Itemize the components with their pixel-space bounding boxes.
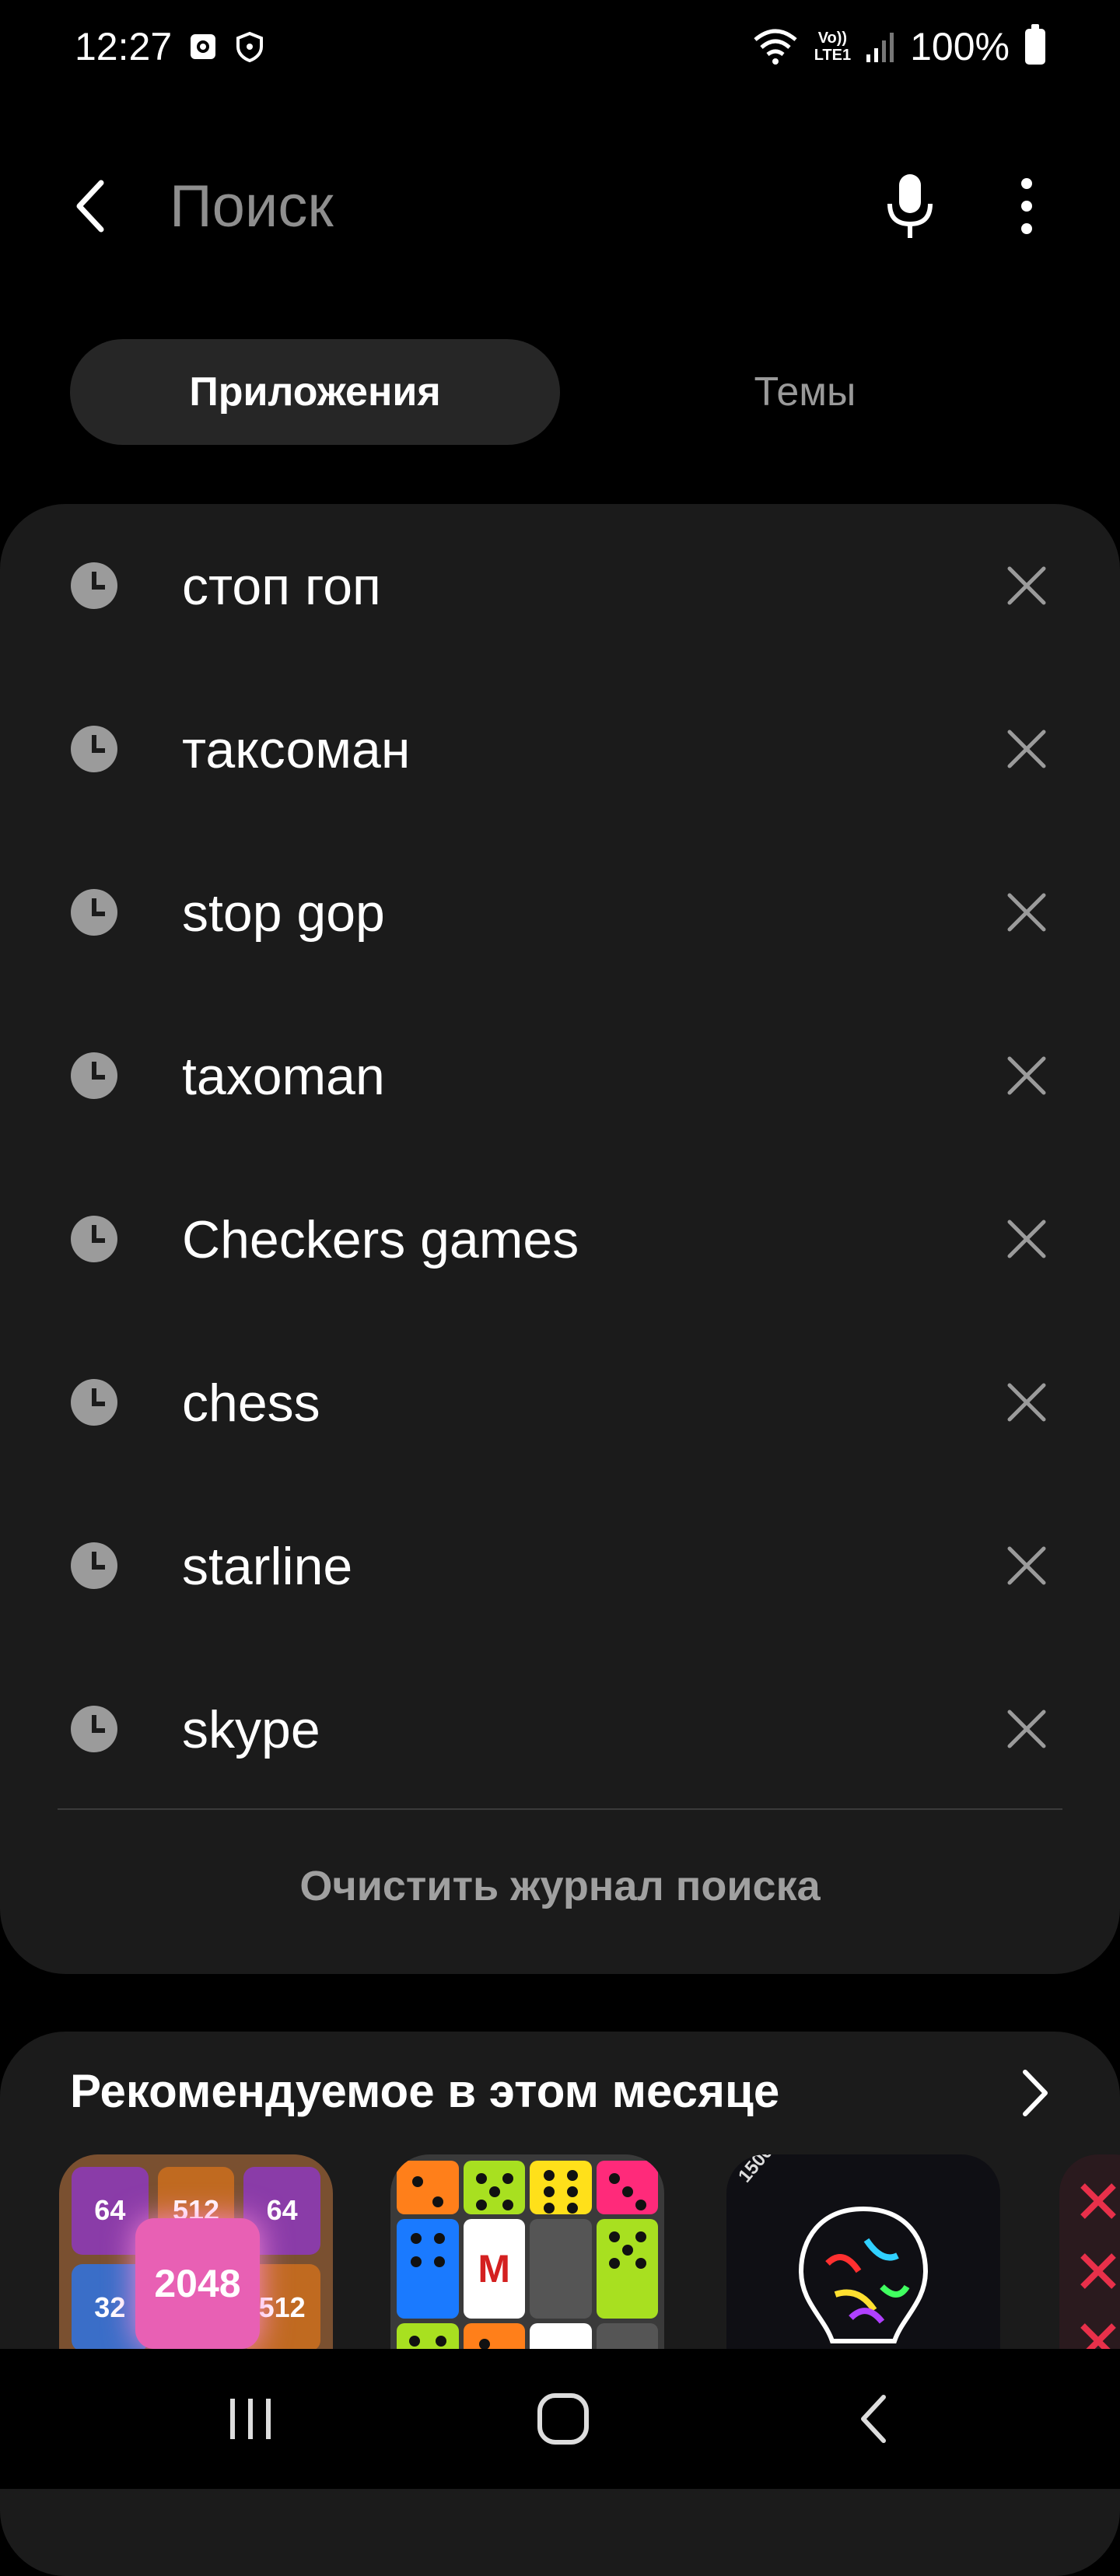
featured-section: Рекомендуемое в этом месяце 64 512 64 32… [0, 2032, 1120, 2576]
status-left: 12:27 [75, 24, 265, 69]
clock-icon [70, 1705, 118, 1753]
close-icon [1005, 727, 1048, 771]
remove-history-button[interactable] [989, 1374, 1064, 1431]
clock-icon [70, 1052, 118, 1100]
dice-tile [596, 2219, 658, 2319]
recents-button[interactable] [219, 2388, 282, 2450]
tab-apps[interactable]: Приложения [70, 339, 560, 445]
history-item-text: starline [182, 1537, 353, 1596]
lte-label: LTE1 [814, 47, 852, 64]
dice-tile [463, 2161, 525, 2215]
history-item[interactable]: stop gop [0, 831, 1120, 994]
chevron-left-icon [861, 2395, 886, 2443]
close-icon [1005, 891, 1048, 934]
shield-notification-icon [234, 31, 265, 62]
home-icon [537, 2393, 589, 2445]
battery-percentage: 100% [910, 25, 1010, 68]
clear-history-button[interactable]: Очистить журнал поиска [0, 1862, 1120, 1924]
history-item[interactable]: Checkers games [0, 1157, 1120, 1321]
close-icon [1005, 1217, 1048, 1261]
system-back-button[interactable] [845, 2388, 907, 2450]
featured-more-button[interactable] [1011, 2066, 1058, 2120]
remove-history-button[interactable] [989, 720, 1064, 778]
battery-icon [1025, 24, 1045, 65]
status-time: 12:27 [75, 25, 173, 68]
dice-letter-tile: M [463, 2219, 525, 2319]
clock-icon [70, 725, 118, 773]
history-item[interactable]: starline [0, 1484, 1120, 1647]
history-item[interactable]: chess [0, 1321, 1120, 1484]
signal-icon [866, 31, 894, 62]
back-button[interactable] [62, 175, 124, 237]
system-navigation-bar [0, 2349, 1120, 2489]
clock-icon [70, 562, 118, 610]
featured-title[interactable]: Рекомендуемое в этом месяце [70, 2064, 779, 2118]
history-item[interactable]: таксоман [0, 667, 1120, 831]
clock-icon [70, 1378, 118, 1426]
history-item-text: таксоман [182, 720, 411, 779]
clock-icon [70, 888, 118, 936]
remove-history-button[interactable] [989, 557, 1064, 614]
remove-history-button[interactable] [989, 1047, 1064, 1104]
dice-tile [397, 2219, 459, 2319]
wifi-icon [752, 27, 799, 66]
network-type: Vo)) LTE1 [814, 30, 851, 64]
chevron-right-icon [1023, 2070, 1048, 2116]
history-item-text: Checkers games [182, 1210, 579, 1269]
search-app-bar [0, 148, 1120, 264]
history-item[interactable]: taxoman [0, 994, 1120, 1157]
chevron-left-icon [76, 180, 104, 233]
search-input[interactable] [170, 171, 776, 241]
history-item-text: стоп гоп [182, 557, 381, 616]
dice-tile [596, 2161, 658, 2215]
close-icon [1005, 1054, 1048, 1097]
close-icon [1005, 1544, 1048, 1587]
search-history-card: стоп гоп таксоман stop gop taxoman Check… [0, 504, 1120, 1974]
divider [58, 1808, 1062, 1810]
close-icon [1005, 1381, 1048, 1424]
remove-history-button[interactable] [989, 1210, 1064, 1268]
history-item-text: chess [182, 1374, 320, 1433]
dice-tile [397, 2161, 459, 2215]
history-item[interactable]: стоп гоп [0, 504, 1120, 667]
tile-2048: 2048 [135, 2218, 260, 2349]
history-item[interactable]: skype [0, 1647, 1120, 1811]
history-item-text: stop gop [182, 884, 385, 943]
close-icon [1005, 1707, 1048, 1751]
close-icon [1005, 564, 1048, 607]
home-button[interactable] [532, 2388, 594, 2450]
status-bar: 12:27 Vo)) LTE1 100% [0, 0, 1120, 93]
volte-label: Vo)) [817, 30, 848, 47]
history-item-text: taxoman [182, 1047, 385, 1106]
voice-search-button[interactable] [879, 171, 941, 241]
camera-notification-icon [187, 31, 219, 62]
clock-icon [70, 1215, 118, 1263]
recents-icon [230, 2399, 271, 2439]
microphone-icon [887, 174, 933, 238]
status-right: Vo)) LTE1 100% [752, 24, 1045, 69]
remove-history-button[interactable] [989, 884, 1064, 941]
more-options-button[interactable] [996, 171, 1058, 241]
clock-icon [70, 1542, 118, 1590]
remove-history-button[interactable] [989, 1700, 1064, 1758]
more-vertical-icon [1021, 178, 1032, 234]
tab-themes[interactable]: Темы [560, 339, 1050, 445]
history-item-text: skype [182, 1700, 320, 1759]
dice-tile [530, 2219, 592, 2319]
dice-tile [530, 2161, 592, 2215]
remove-history-button[interactable] [989, 1537, 1064, 1594]
